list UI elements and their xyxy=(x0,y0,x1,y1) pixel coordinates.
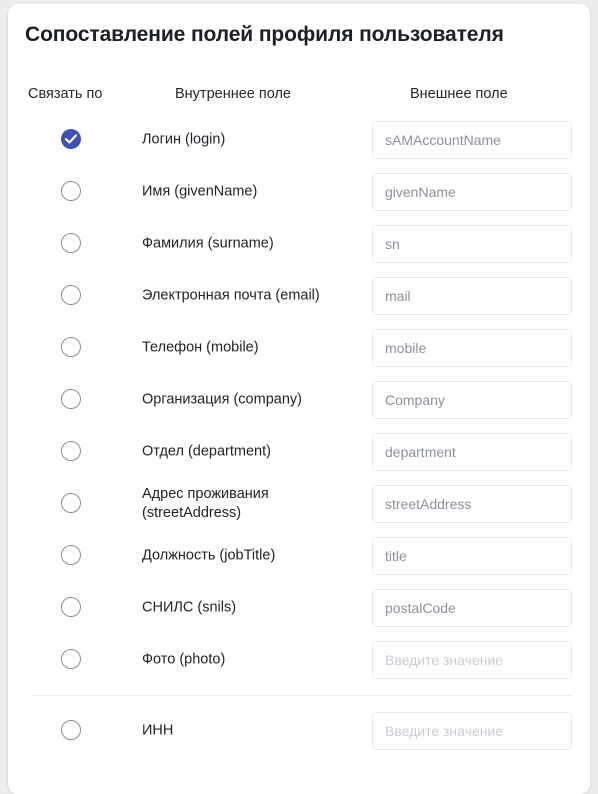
external-field-input[interactable] xyxy=(372,485,572,523)
external-field-input[interactable] xyxy=(372,537,572,575)
internal-field-label: Телефон (mobile) xyxy=(142,339,259,356)
link-by-radio-cell[interactable] xyxy=(61,597,83,619)
radio-button[interactable] xyxy=(61,649,81,669)
field-mapping-row: Фото (photo) xyxy=(8,634,590,686)
column-headers: Связать по Внутреннее поле Внешнее поле xyxy=(8,86,590,108)
field-mapping-row: Телефон (mobile) xyxy=(8,322,590,374)
field-mapping-row: СНИЛС (snils) xyxy=(8,582,590,634)
field-mapping-row: Адрес проживания (streetAddress) xyxy=(8,478,590,530)
column-header-link-by: Связать по xyxy=(28,86,103,102)
internal-field-label: Должность (jobTitle) xyxy=(142,547,276,564)
external-field-input[interactable] xyxy=(372,381,572,419)
external-field-input[interactable] xyxy=(372,712,572,750)
field-mapping-row: Логин (login) xyxy=(8,114,590,166)
link-by-radio-cell[interactable] xyxy=(61,493,83,515)
radio-button[interactable] xyxy=(61,389,81,409)
external-field-input[interactable] xyxy=(372,329,572,367)
radio-button[interactable] xyxy=(61,441,81,461)
external-field-input[interactable] xyxy=(372,225,572,263)
field-mapping-row: Организация (company) xyxy=(8,374,590,426)
internal-field-label: Организация (company) xyxy=(142,391,302,408)
external-field-input[interactable] xyxy=(372,433,572,471)
link-by-radio-cell[interactable] xyxy=(61,389,83,411)
field-mapping-row: ИНН xyxy=(8,705,590,757)
field-mapping-row: Фамилия (surname) xyxy=(8,218,590,270)
link-by-radio-cell[interactable] xyxy=(61,181,83,203)
radio-button[interactable] xyxy=(61,545,81,565)
internal-field-label: СНИЛС (snils) xyxy=(142,599,237,616)
external-field-input[interactable] xyxy=(372,173,572,211)
radio-button[interactable] xyxy=(61,181,81,201)
internal-field-label: Фото (photo) xyxy=(142,651,226,668)
internal-field-label: Имя (givenName) xyxy=(142,183,258,200)
field-mapping-row: Электронная почта (email) xyxy=(8,270,590,322)
column-header-internal-field: Внутреннее поле xyxy=(175,86,291,102)
link-by-radio-cell[interactable] xyxy=(61,337,83,359)
radio-button[interactable] xyxy=(61,597,81,617)
link-by-radio-cell[interactable] xyxy=(61,720,83,742)
check-icon xyxy=(64,134,78,144)
internal-field-label: Электронная почта (email) xyxy=(142,287,320,304)
external-field-input[interactable] xyxy=(372,277,572,315)
field-mapping-row: Отдел (department) xyxy=(8,426,590,478)
link-by-radio-cell[interactable] xyxy=(61,233,83,255)
internal-field-label: Фамилия (surname) xyxy=(142,235,274,252)
internal-field-label: Адрес проживания (streetAddress) xyxy=(142,486,269,521)
link-by-radio-cell[interactable] xyxy=(61,649,83,671)
radio-button[interactable] xyxy=(61,493,81,513)
radio-button[interactable] xyxy=(61,233,81,253)
link-by-radio-cell[interactable] xyxy=(61,129,83,151)
radio-button-selected[interactable] xyxy=(61,129,81,149)
radio-button[interactable] xyxy=(61,285,81,305)
field-mapping-card: Сопоставление полей профиля пользователя… xyxy=(8,4,590,794)
external-field-input[interactable] xyxy=(372,589,572,627)
internal-field-label: ИНН xyxy=(142,722,174,739)
link-by-radio-cell[interactable] xyxy=(61,441,83,463)
page-title: Сопоставление полей профиля пользователя xyxy=(25,23,504,46)
radio-button[interactable] xyxy=(61,337,81,357)
link-by-radio-cell[interactable] xyxy=(61,545,83,567)
field-mapping-row: Имя (givenName) xyxy=(8,166,590,218)
radio-button[interactable] xyxy=(61,720,81,740)
external-field-input[interactable] xyxy=(372,641,572,679)
link-by-radio-cell[interactable] xyxy=(61,285,83,307)
section-divider xyxy=(32,695,572,696)
internal-field-label: Логин (login) xyxy=(142,131,226,148)
column-header-external-field: Внешнее поле xyxy=(410,86,508,102)
internal-field-label: Отдел (department) xyxy=(142,443,271,460)
external-field-input[interactable] xyxy=(372,121,572,159)
field-mapping-rows: Логин (login) Имя (givenName) Фамилия (sur… xyxy=(8,114,590,757)
field-mapping-row: Должность (jobTitle) xyxy=(8,530,590,582)
